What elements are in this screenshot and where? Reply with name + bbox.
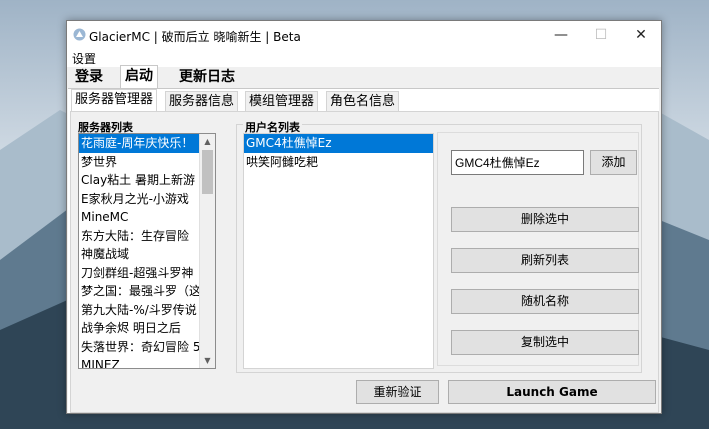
username-input[interactable]: [451, 150, 584, 175]
launcher-window: GlacierMC | 破而后立 晓喻新生 | Beta — ☐ ✕ 设置 登录…: [66, 20, 662, 414]
server-list-item[interactable]: 失落世界：奇幻冒险 5: [79, 338, 215, 357]
server-list-item[interactable]: 刀剑群组-超强斗罗神: [79, 264, 215, 283]
username-list[interactable]: GMC4杜僬悼Ez 哄笑阿雠吃耙: [243, 133, 434, 369]
server-list-item[interactable]: 花雨庭-周年庆快乐！: [79, 134, 215, 153]
tab-mod-manager[interactable]: 模组管理器: [245, 91, 319, 111]
tab-changelog[interactable]: 更新日志: [175, 67, 239, 88]
window-title: GlacierMC | 破而后立 晓喻新生 | Beta: [89, 30, 301, 44]
scroll-up-icon[interactable]: ▲: [200, 134, 215, 149]
scroll-thumb[interactable]: [202, 150, 213, 194]
sub-tabs: 服务器管理器 服务器信息 模组管理器 角色名信息: [68, 89, 659, 112]
server-list[interactable]: 花雨庭-周年庆快乐！ 梦世界 Clay粘土 暑期上新游 E家秋月之光-小游戏 MineM…: [78, 133, 216, 369]
menu-settings[interactable]: 设置: [72, 50, 96, 67]
maximize-button[interactable]: ☐: [581, 21, 621, 49]
server-list-item[interactable]: MineMC: [79, 208, 215, 227]
app-icon: [73, 28, 86, 41]
server-list-item[interactable]: E家秋月之光-小游戏: [79, 190, 215, 209]
tab-server-manager[interactable]: 服务器管理器: [71, 89, 158, 112]
add-button[interactable]: 添加: [590, 150, 637, 175]
server-list-item[interactable]: 梦之国：最强斗罗（这: [79, 282, 215, 301]
random-name-button[interactable]: 随机名称: [451, 289, 639, 314]
server-list-item[interactable]: 神魔战域: [79, 245, 215, 264]
launch-game-button[interactable]: Launch Game: [448, 380, 656, 404]
username-list-item[interactable]: 哄笑阿雠吃耙: [244, 153, 433, 172]
username-list-item[interactable]: GMC4杜僬悼Ez: [244, 134, 433, 153]
server-list-item[interactable]: 梦世界: [79, 153, 215, 172]
server-manager-content: 服务器列表 花雨庭-周年庆快乐！ 梦世界 Clay粘土 暑期上新游 E家秋月之光-小游…: [70, 111, 659, 413]
tab-login[interactable]: 登录: [71, 67, 107, 88]
reverify-button[interactable]: 重新验证: [356, 380, 439, 404]
copy-selected-button[interactable]: 复制选中: [451, 330, 639, 355]
tab-launch[interactable]: 启动: [120, 65, 158, 90]
launch-panel: 服务器管理器 服务器信息 模组管理器 角色名信息 服务器列表 花雨庭-周年庆快乐…: [68, 88, 659, 413]
server-list-item[interactable]: 东方大陆：生存冒险: [79, 227, 215, 246]
username-list-items: GMC4杜僬悼Ez 哄笑阿雠吃耙: [244, 134, 433, 171]
server-list-item[interactable]: 第九大陆-%/斗罗传说: [79, 301, 215, 320]
server-list-item[interactable]: 战争余烬 明日之后: [79, 319, 215, 338]
delete-selected-button[interactable]: 删除选中: [451, 207, 639, 232]
scroll-down-icon[interactable]: ▼: [200, 353, 215, 368]
title-bar: GlacierMC | 破而后立 晓喻新生 | Beta — ☐ ✕: [67, 21, 661, 49]
server-list-scrollbar[interactable]: ▲ ▼: [199, 134, 215, 368]
server-list-items: 花雨庭-周年庆快乐！ 梦世界 Clay粘土 暑期上新游 E家秋月之光-小游戏 MineM…: [79, 134, 215, 368]
close-button[interactable]: ✕: [621, 21, 661, 49]
tab-server-info[interactable]: 服务器信息: [165, 91, 239, 111]
server-list-item[interactable]: Clay粘土 暑期上新游: [79, 171, 215, 190]
server-list-item[interactable]: MINEZ: [79, 356, 215, 368]
main-tabs: 登录 启动 更新日志: [67, 65, 661, 90]
tab-character-name-info[interactable]: 角色名信息: [326, 91, 400, 111]
minimize-button[interactable]: —: [541, 21, 581, 49]
refresh-list-button[interactable]: 刷新列表: [451, 248, 639, 273]
